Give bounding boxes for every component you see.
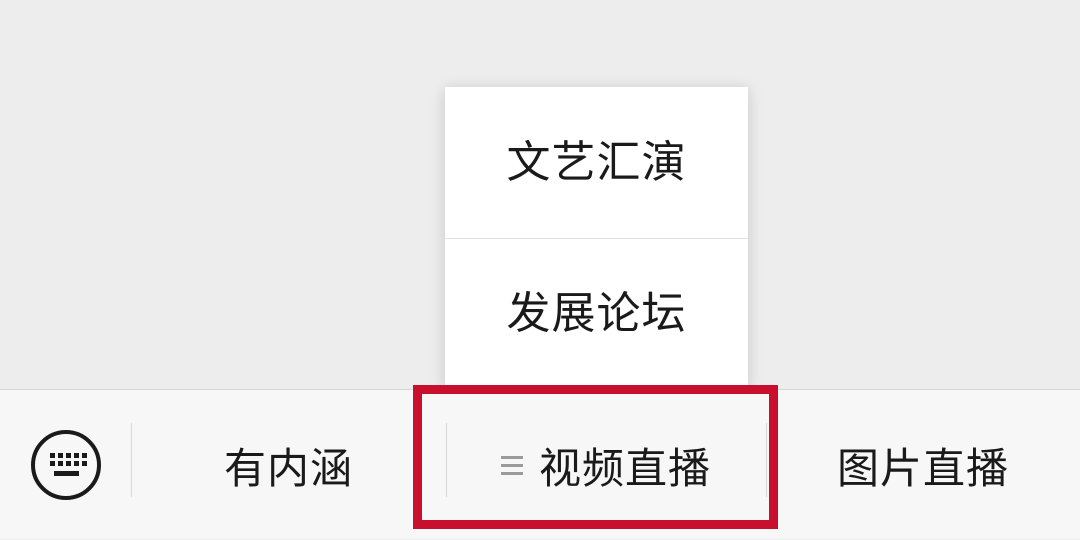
menu-tab-photo-live[interactable]: 图片直播 xyxy=(766,390,1080,540)
keyboard-toggle-button[interactable] xyxy=(0,390,131,540)
bottom-menu-bar: 有内涵 视频直播 图片直播 xyxy=(0,389,1080,539)
menu-tab-label: 有内涵 xyxy=(223,443,353,493)
menu-tab-label: 视频直播 xyxy=(538,443,711,493)
menu-tab-label: 图片直播 xyxy=(836,443,1009,493)
keyboard-icon xyxy=(30,430,101,500)
submenu-item-forum[interactable]: 发展论坛 xyxy=(445,238,748,389)
menu-tab-video-live[interactable]: 视频直播 xyxy=(446,390,766,540)
menu-tab-content[interactable]: 有内涵 xyxy=(131,390,446,540)
submenu-item-performance[interactable]: 文艺汇演 xyxy=(445,87,748,238)
list-icon xyxy=(500,455,523,475)
submenu-popup: 文艺汇演 发展论坛 xyxy=(445,87,748,389)
